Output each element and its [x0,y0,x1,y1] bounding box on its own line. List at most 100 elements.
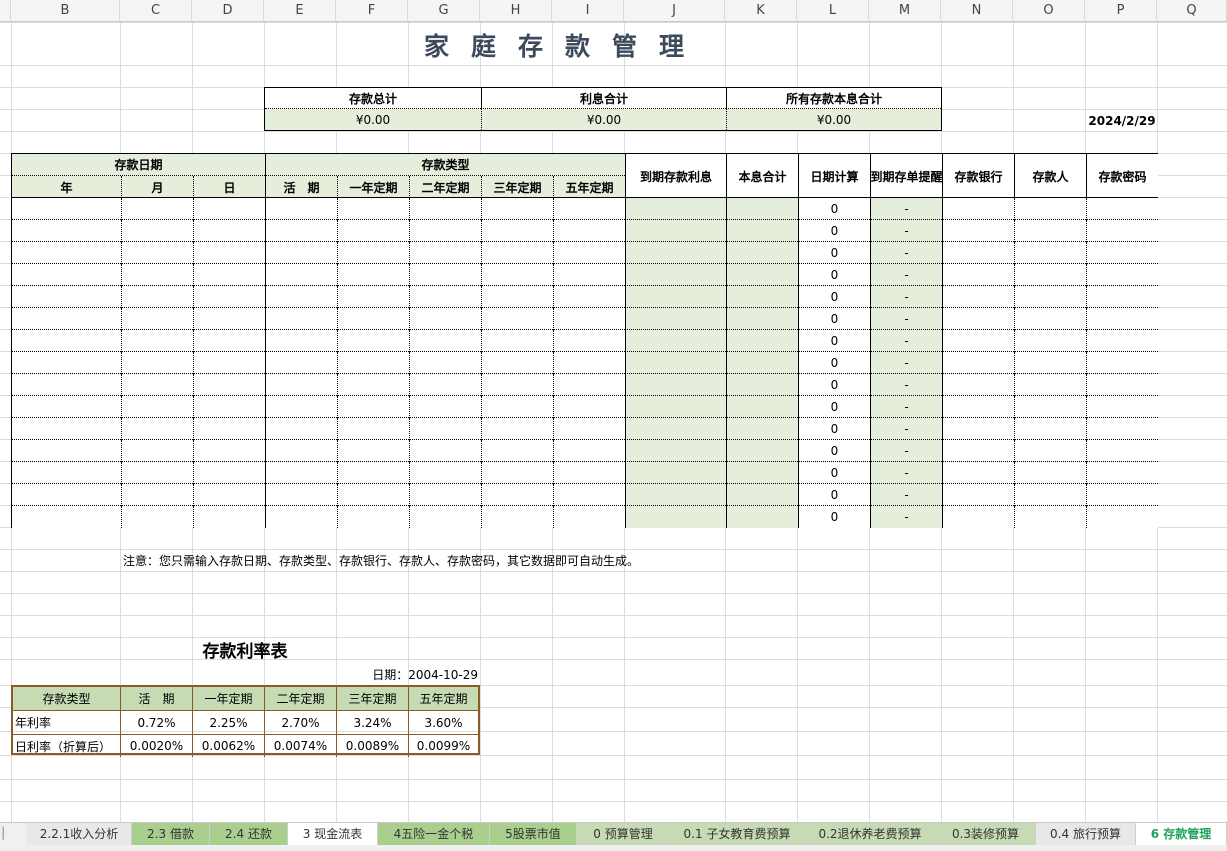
table-cell[interactable] [942,418,1014,440]
reminder-cell[interactable]: - [870,264,942,286]
table-cell[interactable] [12,440,121,462]
table-cell[interactable] [481,374,553,396]
table-cell[interactable] [193,308,265,330]
summary-value-1[interactable]: ¥0.00 [265,109,481,130]
date-calc-cell[interactable]: 0 [798,198,870,220]
table-cell[interactable] [121,308,193,330]
table-cell[interactable] [726,462,798,484]
table-cell[interactable] [12,264,121,286]
table-cell[interactable] [12,484,121,506]
table-cell[interactable] [481,330,553,352]
table-cell[interactable] [265,418,337,440]
table-cell[interactable] [1014,242,1086,264]
table-cell[interactable] [553,374,625,396]
date-calc-cell[interactable]: 0 [798,418,870,440]
table-cell[interactable] [337,462,409,484]
table-cell[interactable] [726,286,798,308]
table-cell[interactable] [193,396,265,418]
table-cell[interactable] [481,286,553,308]
table-cell[interactable] [942,506,1014,528]
tab-scroll-icon[interactable]: ▏ [0,823,14,845]
table-cell[interactable] [12,308,121,330]
summary-value-3[interactable]: ¥0.00 [726,109,941,130]
table-cell[interactable] [121,484,193,506]
table-cell[interactable] [409,330,481,352]
table-cell[interactable] [409,506,481,528]
column-header-e[interactable]: E [264,0,336,22]
table-cell[interactable] [942,308,1014,330]
table-cell[interactable] [553,440,625,462]
table-cell[interactable] [625,242,726,264]
table-cell[interactable] [12,506,121,528]
table-cell[interactable] [625,286,726,308]
date-calc-cell[interactable]: 0 [798,352,870,374]
table-cell[interactable] [1086,396,1158,418]
table-cell[interactable] [625,440,726,462]
table-cell[interactable] [12,220,121,242]
table-cell[interactable] [1014,440,1086,462]
table-cell[interactable] [481,220,553,242]
table-cell[interactable] [193,462,265,484]
table-cell[interactable] [481,418,553,440]
table-cell[interactable] [1086,352,1158,374]
table-cell[interactable] [553,462,625,484]
table-cell[interactable] [481,506,553,528]
rate-value-cell[interactable]: 0.0062% [192,735,264,757]
table-cell[interactable] [193,374,265,396]
column-header-i[interactable]: I [552,0,624,22]
table-cell[interactable] [1086,308,1158,330]
reminder-cell[interactable]: - [870,198,942,220]
table-cell[interactable] [553,330,625,352]
reminder-cell[interactable]: - [870,440,942,462]
date-calc-cell[interactable]: 0 [798,506,870,528]
table-cell[interactable] [942,352,1014,374]
date-calc-cell[interactable]: 0 [798,286,870,308]
column-header-q[interactable]: Q [1157,0,1227,22]
rate-value-cell[interactable]: 0.0020% [120,735,192,757]
table-cell[interactable] [265,286,337,308]
table-cell[interactable] [942,374,1014,396]
sheet-tab-active[interactable]: 6 存款管理 [1136,823,1227,845]
rate-value-cell[interactable]: 0.0099% [408,735,478,757]
table-cell[interactable] [121,462,193,484]
table-cell[interactable] [193,220,265,242]
table-cell[interactable] [481,242,553,264]
table-cell[interactable] [726,506,798,528]
table-cell[interactable] [337,264,409,286]
date-calc-cell[interactable]: 0 [798,308,870,330]
table-cell[interactable] [625,330,726,352]
sheet-tab[interactable]: 3 现金流表 [288,823,378,845]
table-cell[interactable] [625,308,726,330]
table-cell[interactable] [1086,242,1158,264]
table-cell[interactable] [337,330,409,352]
table-cell[interactable] [409,484,481,506]
table-cell[interactable] [1086,462,1158,484]
reminder-cell[interactable]: - [870,308,942,330]
table-cell[interactable] [726,440,798,462]
table-cell[interactable] [193,506,265,528]
table-cell[interactable] [265,352,337,374]
table-cell[interactable] [193,198,265,220]
table-cell[interactable] [265,198,337,220]
date-calc-cell[interactable]: 0 [798,330,870,352]
table-cell[interactable] [1086,374,1158,396]
table-cell[interactable] [1014,264,1086,286]
table-cell[interactable] [121,242,193,264]
table-cell[interactable] [1086,286,1158,308]
table-cell[interactable] [193,352,265,374]
table-cell[interactable] [481,198,553,220]
table-cell[interactable] [553,352,625,374]
date-calc-cell[interactable]: 0 [798,374,870,396]
table-cell[interactable] [265,220,337,242]
table-cell[interactable] [553,220,625,242]
date-calc-cell[interactable]: 0 [798,264,870,286]
table-cell[interactable] [726,330,798,352]
reminder-cell[interactable]: - [870,374,942,396]
table-cell[interactable] [553,418,625,440]
column-header-j[interactable]: J [624,0,725,22]
table-cell[interactable] [121,506,193,528]
table-cell[interactable] [1014,484,1086,506]
date-calc-cell[interactable]: 0 [798,242,870,264]
table-cell[interactable] [726,396,798,418]
table-cell[interactable] [1014,330,1086,352]
